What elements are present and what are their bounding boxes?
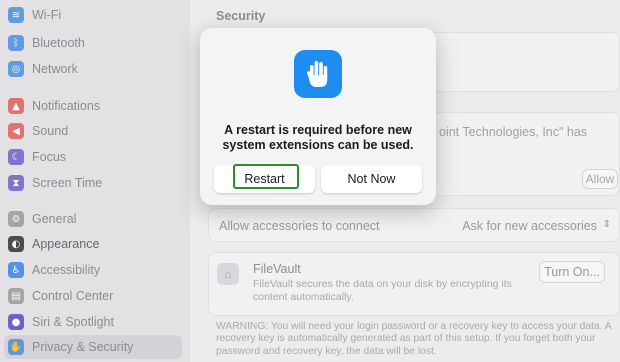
- chevron-updown-icon: ⇕: [602, 219, 611, 230]
- filevault-icon: ⌂: [217, 263, 239, 285]
- sidebar-item-control-center[interactable]: ▤ Control Center: [4, 284, 182, 308]
- sidebar-item-bluetooth[interactable]: ᛒ Bluetooth: [4, 31, 182, 55]
- allow-button[interactable]: Allow: [582, 169, 618, 189]
- bluetooth-icon: ᛒ: [8, 35, 24, 51]
- turn-on-button[interactable]: Turn On...: [539, 261, 605, 283]
- sidebar-item-label: Network: [32, 62, 78, 76]
- not-now-button[interactable]: Not Now: [321, 165, 422, 193]
- filevault-panel: ⌂ FileVault FileVault secures the data o…: [208, 252, 620, 316]
- sidebar-item-label: Notifications: [32, 99, 101, 113]
- filevault-description: FileVault secures the data on your disk …: [253, 278, 512, 303]
- filevault-warning: WARNING: You will need your login passwo…: [216, 321, 612, 357]
- accessories-panel: Allow accessories to connect Ask for new…: [208, 208, 620, 242]
- sidebar-item-focus[interactable]: ☾ Focus: [4, 145, 182, 169]
- sidebar-item-label: Focus: [32, 150, 67, 164]
- accessories-select[interactable]: Ask for new accessories: [462, 219, 597, 233]
- sidebar-item-label: Appearance: [32, 237, 100, 251]
- sidebar: ≋ Wi-Fi ᛒ Bluetooth ◎ Network ▲ Notifica…: [0, 0, 190, 362]
- sidebar-item-siri-spotlight[interactable]: ● Siri & Spotlight: [4, 310, 182, 334]
- sidebar-item-label: General: [32, 212, 77, 226]
- sidebar-item-screen-time[interactable]: ⧗ Screen Time: [4, 171, 182, 195]
- restart-dialog: A restart is required before new system …: [200, 28, 436, 205]
- sidebar-item-notifications[interactable]: ▲ Notifications: [4, 94, 182, 118]
- control-center-icon: ▤: [8, 288, 24, 304]
- sidebar-item-privacy-security[interactable]: ✋ Privacy & Security: [4, 335, 182, 359]
- hourglass-icon: ⧗: [8, 175, 24, 191]
- sidebar-item-accessibility[interactable]: ♿ Accessibility: [4, 258, 182, 282]
- focus-ring: [233, 164, 299, 189]
- hand-stop-icon: [306, 61, 328, 87]
- siri-icon: ●: [8, 314, 24, 330]
- sidebar-item-label: Sound: [32, 124, 69, 138]
- sidebar-item-sound[interactable]: ◀ Sound: [4, 119, 182, 143]
- sidebar-item-label: Siri & Spotlight: [32, 315, 114, 329]
- sidebar-item-wifi[interactable]: ≋ Wi-Fi: [4, 3, 182, 27]
- moon-icon: ☾: [8, 149, 24, 165]
- speaker-icon: ◀: [8, 123, 24, 139]
- dialog-message: A restart is required before new system …: [222, 123, 414, 152]
- hand-icon: ✋: [8, 339, 24, 355]
- sidebar-item-general[interactable]: ⚙ General: [4, 207, 182, 231]
- sidebar-item-label: Screen Time: [32, 176, 103, 190]
- app-icon: [294, 50, 342, 98]
- wifi-icon: ≋: [8, 7, 24, 23]
- sidebar-item-label: Bluetooth: [32, 36, 85, 50]
- not-now-button-label: Not Now: [347, 172, 396, 186]
- bell-icon: ▲: [8, 98, 24, 114]
- section-title: Security: [216, 9, 266, 23]
- accessories-label: Allow accessories to connect: [219, 219, 380, 233]
- gear-icon: ⚙: [8, 211, 24, 227]
- sidebar-item-appearance[interactable]: ◐ Appearance: [4, 232, 182, 256]
- blocked-extension-text: oint Technologies, Inc" has: [439, 125, 588, 139]
- filevault-title: FileVault: [253, 262, 301, 276]
- sidebar-item-label: Wi-Fi: [32, 8, 62, 22]
- sidebar-item-network[interactable]: ◎ Network: [4, 57, 182, 81]
- accessibility-icon: ♿: [8, 262, 24, 278]
- sidebar-item-label: Privacy & Security: [32, 340, 134, 354]
- sidebar-item-label: Accessibility: [32, 263, 101, 277]
- sidebar-item-label: Control Center: [32, 289, 114, 303]
- globe-icon: ◎: [8, 61, 24, 77]
- appearance-icon: ◐: [8, 236, 24, 252]
